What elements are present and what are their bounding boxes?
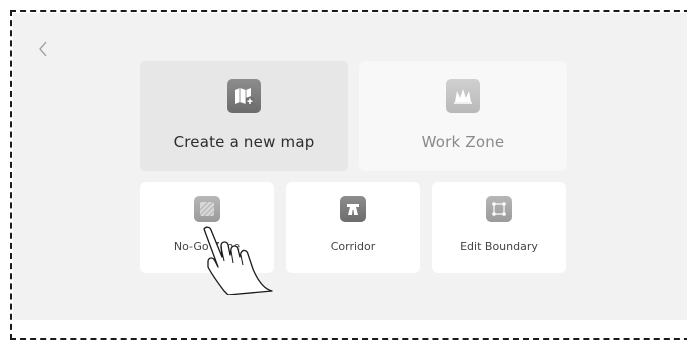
app-screen bbox=[13, 13, 687, 320]
grass-icon bbox=[446, 79, 480, 113]
chevron-left-icon bbox=[39, 41, 47, 57]
edit-boundary-label: Edit Boundary bbox=[460, 240, 538, 253]
create-new-map-label: Create a new map bbox=[173, 133, 315, 151]
corridor-card[interactable]: Corridor bbox=[286, 182, 420, 273]
no-go-zone-icon bbox=[194, 196, 220, 222]
work-zone-label: Work Zone bbox=[421, 133, 505, 151]
map-plus-icon bbox=[227, 79, 261, 113]
edit-boundary-card[interactable]: Edit Boundary bbox=[432, 182, 566, 273]
tap-hand-icon bbox=[203, 226, 273, 295]
back-button[interactable] bbox=[35, 38, 51, 60]
edit-boundary-icon bbox=[486, 196, 512, 222]
create-new-map-card[interactable]: Create a new map bbox=[140, 61, 348, 171]
corridor-icon bbox=[340, 196, 366, 222]
corridor-label: Corridor bbox=[330, 240, 376, 253]
work-zone-card[interactable]: Work Zone bbox=[359, 61, 567, 171]
